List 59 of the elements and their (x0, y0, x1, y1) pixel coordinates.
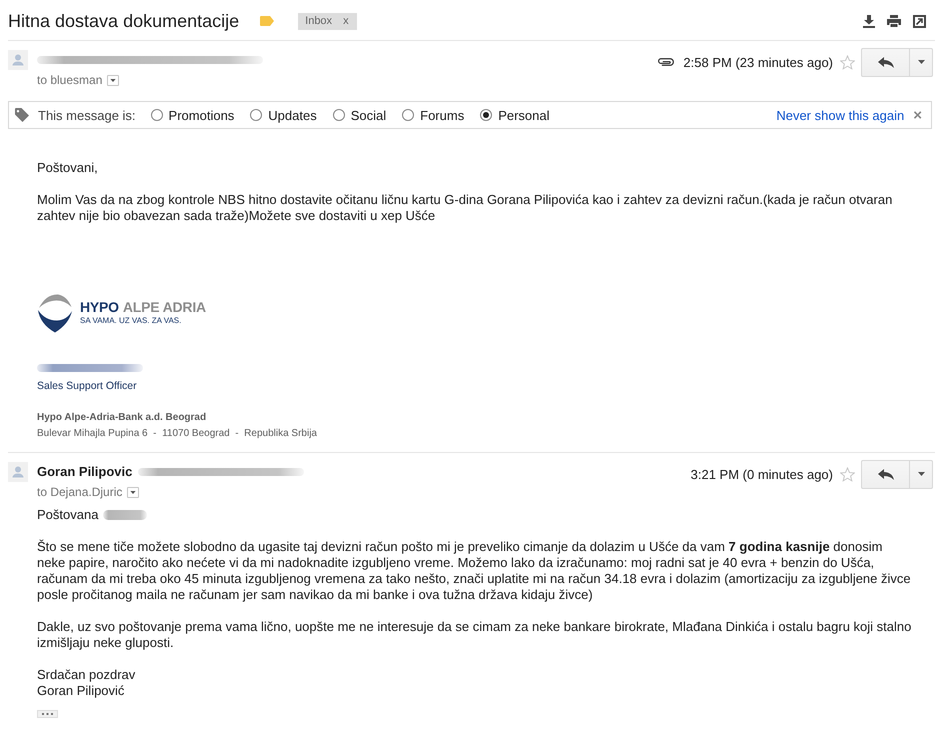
signature-address: Bulevar Mihajla Pupina 6 - 11070 Beograd - Republika Srbija (37, 427, 318, 441)
email-subject: Hitna dostava dokumentacije (8, 10, 240, 32)
avatar-icon (8, 50, 28, 70)
logo-wordmark: ALPE ADRIA (122, 300, 206, 315)
caret-icon (918, 472, 924, 476)
reply-icon (878, 56, 894, 68)
logo-tagline: SA VAMA. UZ VAS. ZA VAS. (80, 316, 182, 326)
more-options-button[interactable] (910, 460, 933, 488)
radio-label[interactable]: Forums (420, 108, 464, 122)
body-paragraph: Dakle, uz svo poštovanje prema vama lično, uopšte me ne interesuje da se cimam za neke bankare birokrate, Mlađana Dinkića i ostalu bagru koji stalno izmišljaju neke gluposti. (37, 619, 912, 651)
blurred-redaction (103, 510, 148, 520)
remove-label-button[interactable]: x (343, 14, 349, 28)
recipient-details-button[interactable] (107, 74, 120, 86)
star-icon[interactable] (840, 466, 855, 482)
body-paragraph: Poštovani, (37, 160, 99, 176)
signature-job-title: Sales Support Officer (37, 379, 138, 393)
radio-label[interactable]: Personal (498, 108, 550, 122)
tag-icon (14, 107, 30, 123)
print-button[interactable] (887, 15, 901, 27)
caret-icon (918, 60, 924, 64)
radio-button[interactable] (402, 109, 414, 121)
radio-button[interactable] (150, 109, 163, 121)
message-time: 3:21 PM (0 minutes ago) (690, 466, 833, 482)
greeting-text: Poštovana (37, 507, 98, 523)
body-paragraph: Što se mene tiče možete slobodno da ugasite taj devizni račun pošto mi je preveliko cimanje da dolazim u Ušće da vam 7 godina kasnije donosim neke papire, naročito ako nećete vi da mi nadoknadite izgubljeno vreme. Možemo lako da izračunamo: moj radni sat je 40 evra + benzin do Ušća, računam da mi treba oko 45 minuta izgubljenog vremena za tako nešto, znači uplatite mi na račun 34.18 evra i dolazim (amortizaciju za izgubljene živce posle pročitanog maila ne računam jer sam navikao da mi banke i ova tužna država kidaju živce) (37, 539, 912, 603)
caret-icon (130, 490, 136, 494)
radio-label[interactable]: Social (350, 108, 386, 122)
never-show-link[interactable]: Never show this again (776, 108, 904, 122)
close-button[interactable]: × (913, 108, 922, 122)
logo-emblem-icon (37, 293, 73, 333)
download-button[interactable] (863, 14, 875, 28)
reply-icon (878, 468, 894, 480)
recipient-details-button[interactable] (127, 486, 140, 498)
label-name[interactable]: Inbox (305, 15, 332, 27)
radio-label[interactable]: Updates (268, 108, 317, 122)
radio-button[interactable] (480, 109, 492, 121)
caret-icon (110, 78, 116, 82)
sender-name[interactable]: Goran Pilipovic (37, 464, 132, 479)
radio-label[interactable]: Promotions (168, 108, 234, 122)
more-options-button[interactable] (910, 48, 933, 76)
recipient-text: to bluesman (37, 73, 102, 87)
body-paragraph: Molim Vas da na zbog kontrole NBS hitno dostavite očitanu ličnu kartu G-dina Gorana Pilipovića kao i zahtev za devizni račun.(kada je račun otvaran zahtev nije bio obavezan sada traže)Možete sve dostaviti u xep Ušće (37, 192, 894, 224)
new-window-button[interactable] (913, 14, 926, 28)
logo-wordmark: HYPO (80, 300, 119, 315)
radio-button[interactable] (250, 109, 262, 121)
download-icon (863, 14, 875, 28)
reply-button[interactable] (861, 48, 910, 76)
recipient-text: to Dejana.Djuric (37, 485, 122, 499)
category-prompt: This message is: (38, 108, 136, 122)
signature-company: Hypo Alpe-Adria-Bank a.d. Beograd (37, 411, 208, 425)
body-paragraph: Srdačan pozdrav Goran Pilipović (37, 667, 136, 699)
reply-button[interactable] (861, 460, 910, 488)
radio-button[interactable] (332, 109, 345, 121)
show-trimmed-button[interactable] (37, 710, 58, 718)
avatar-icon (8, 462, 28, 482)
print-icon (887, 15, 901, 27)
new-window-icon (913, 14, 926, 28)
message-time: 2:58 PM (23 minutes ago) (683, 54, 833, 70)
star-icon[interactable] (840, 54, 855, 70)
